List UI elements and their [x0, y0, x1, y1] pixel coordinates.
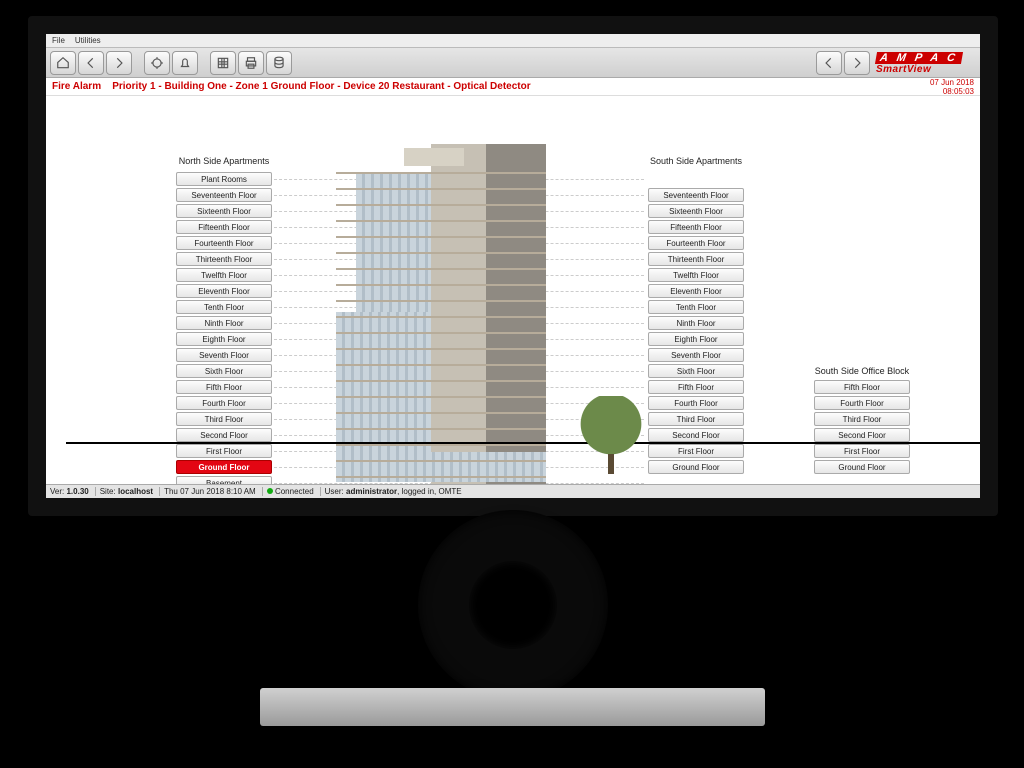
south-col-title: South Side Apartments — [636, 156, 756, 166]
status-datetime: Thu 07 Jun 2018 8:10 AM — [164, 487, 263, 496]
site-label: Site: — [100, 487, 116, 496]
target-button[interactable] — [144, 51, 170, 75]
home-button[interactable] — [50, 51, 76, 75]
alarm-bar: Fire Alarm Priority 1 - Building One - Z… — [46, 78, 980, 96]
floor-button[interactable]: Seventeenth Floor — [176, 188, 272, 202]
floor-button[interactable]: Second Floor — [176, 428, 272, 442]
floor-button[interactable]: Eighth Floor — [176, 332, 272, 346]
alarm-date: 07 Jun 2018 — [930, 78, 974, 87]
floor-button[interactable]: Sixth Floor — [648, 364, 744, 378]
ver-label: Ver: — [50, 487, 64, 496]
floor-button[interactable]: Ninth Floor — [176, 316, 272, 330]
north-col-title: North Side Apartments — [164, 156, 284, 166]
office-floor-column: Fifth Floor Fourth Floor Third Floor Second… — [814, 380, 910, 474]
floor-button[interactable]: Ground Floor — [648, 460, 744, 474]
monitor-stand-base — [260, 688, 765, 726]
south-floor-column: Seventeenth Floor Sixteenth Floor Fifteent… — [648, 188, 744, 474]
floor-button[interactable]: Thirteenth Floor — [648, 252, 744, 266]
floor-button[interactable]: Fourth Floor — [648, 396, 744, 410]
floor-button[interactable]: Tenth Floor — [648, 300, 744, 314]
north-floor-column: Plant Rooms Seventeenth Floor Sixteenth Fl… — [176, 172, 272, 484]
brand-logo: A M P A C SmartView — [876, 49, 976, 77]
floor-button[interactable]: Fourteenth Floor — [176, 236, 272, 250]
alarm-label: Fire Alarm — [52, 81, 101, 92]
floor-button[interactable]: Fourteenth Floor — [648, 236, 744, 250]
floor-button[interactable]: Basement — [176, 476, 272, 484]
floor-button[interactable]: Eleventh Floor — [648, 284, 744, 298]
brand-line2: SmartView — [876, 64, 931, 75]
floor-button[interactable]: Eleventh Floor — [176, 284, 272, 298]
menu-utilities[interactable]: Utilities — [75, 36, 101, 45]
floor-button[interactable]: Sixth Floor — [176, 364, 272, 378]
floor-button[interactable]: First Floor — [648, 444, 744, 458]
floor-button[interactable]: Ground Floor — [814, 460, 910, 474]
floor-button[interactable]: Thirteenth Floor — [176, 252, 272, 266]
toolbar: A M P A C SmartView — [46, 48, 980, 78]
alarm-detail: Priority 1 - Building One - Zone 1 Groun… — [112, 81, 530, 92]
site-value: localhost — [118, 487, 153, 496]
menu-bar: File Utilities — [46, 34, 980, 48]
floor-button[interactable]: Eighth Floor — [648, 332, 744, 346]
floor-button[interactable]: Fourth Floor — [814, 396, 910, 410]
floor-button[interactable]: Ninth Floor — [648, 316, 744, 330]
floor-button[interactable]: Fifth Floor — [648, 380, 744, 394]
floor-button[interactable]: Third Floor — [814, 412, 910, 426]
monitor-stand-neck — [418, 510, 608, 700]
user-value: administrator — [346, 487, 397, 496]
floor-button[interactable]: Twelfth Floor — [176, 268, 272, 282]
user-suffix: , logged in, OMTE — [397, 487, 461, 496]
print-button[interactable] — [238, 51, 264, 75]
office-col-title: South Side Office Block — [802, 366, 922, 376]
status-site: Site: localhost — [100, 487, 160, 496]
status-connection: Connected — [267, 487, 321, 496]
floor-button[interactable]: Fifth Floor — [814, 380, 910, 394]
tree-trunk — [608, 454, 614, 474]
alarm-timestamp: 07 Jun 2018 08:05:03 — [930, 78, 974, 96]
ground-line — [66, 442, 980, 444]
floor-button[interactable]: Third Floor — [648, 412, 744, 426]
floor-button[interactable]: Ground Floor — [176, 460, 272, 474]
floor-button[interactable]: Fifteenth Floor — [176, 220, 272, 234]
floor-button[interactable]: Second Floor — [814, 428, 910, 442]
floor-button[interactable]: Fifth Floor — [176, 380, 272, 394]
floor-button[interactable]: Sixteenth Floor — [648, 204, 744, 218]
back-button[interactable] — [78, 51, 104, 75]
floor-button[interactable]: Third Floor — [176, 412, 272, 426]
nav-prev-button[interactable] — [816, 51, 842, 75]
brand-line1: A M P A C — [875, 52, 963, 64]
alarm-time: 08:05:03 — [930, 87, 974, 96]
floor-button[interactable]: First Floor — [176, 444, 272, 458]
status-bar: Ver: 1.0.30 Site: localhost Thu 07 Jun 2… — [46, 484, 980, 498]
floor-button[interactable]: Fifteenth Floor — [648, 220, 744, 234]
floor-button[interactable]: Seventeenth Floor — [648, 188, 744, 202]
floor-button[interactable]: Twelfth Floor — [648, 268, 744, 282]
alarm-text: Fire Alarm Priority 1 - Building One - Z… — [52, 81, 531, 92]
floorplan-canvas: North Side Apartments South Side Apartme… — [46, 96, 980, 484]
floor-button[interactable]: First Floor — [814, 444, 910, 458]
database-button[interactable] — [266, 51, 292, 75]
floor-button[interactable]: Seventh Floor — [648, 348, 744, 362]
connection-dot-icon — [267, 488, 273, 494]
menu-file[interactable]: File — [52, 36, 65, 45]
monitor-frame: File Utilities — [28, 16, 998, 516]
status-version: Ver: 1.0.30 — [50, 487, 96, 496]
floor-button[interactable]: Second Floor — [648, 428, 744, 442]
nav-right-group — [816, 51, 870, 75]
app-screen: File Utilities — [46, 34, 980, 498]
status-user: User: administrator, logged in, OMTE — [325, 487, 462, 496]
floor-button[interactable]: Fourth Floor — [176, 396, 272, 410]
nav-next-button[interactable] — [844, 51, 870, 75]
building-graphic — [336, 144, 561, 484]
forward-button[interactable] — [106, 51, 132, 75]
floor-button[interactable]: Plant Rooms — [176, 172, 272, 186]
alarm-bell-button[interactable] — [172, 51, 198, 75]
ver-value: 1.0.30 — [66, 487, 88, 496]
floor-button[interactable]: Tenth Floor — [176, 300, 272, 314]
grid-button[interactable] — [210, 51, 236, 75]
user-label: User: — [325, 487, 344, 496]
connection-text: Connected — [275, 487, 314, 496]
floor-button[interactable]: Seventh Floor — [176, 348, 272, 362]
floor-button[interactable]: Sixteenth Floor — [176, 204, 272, 218]
